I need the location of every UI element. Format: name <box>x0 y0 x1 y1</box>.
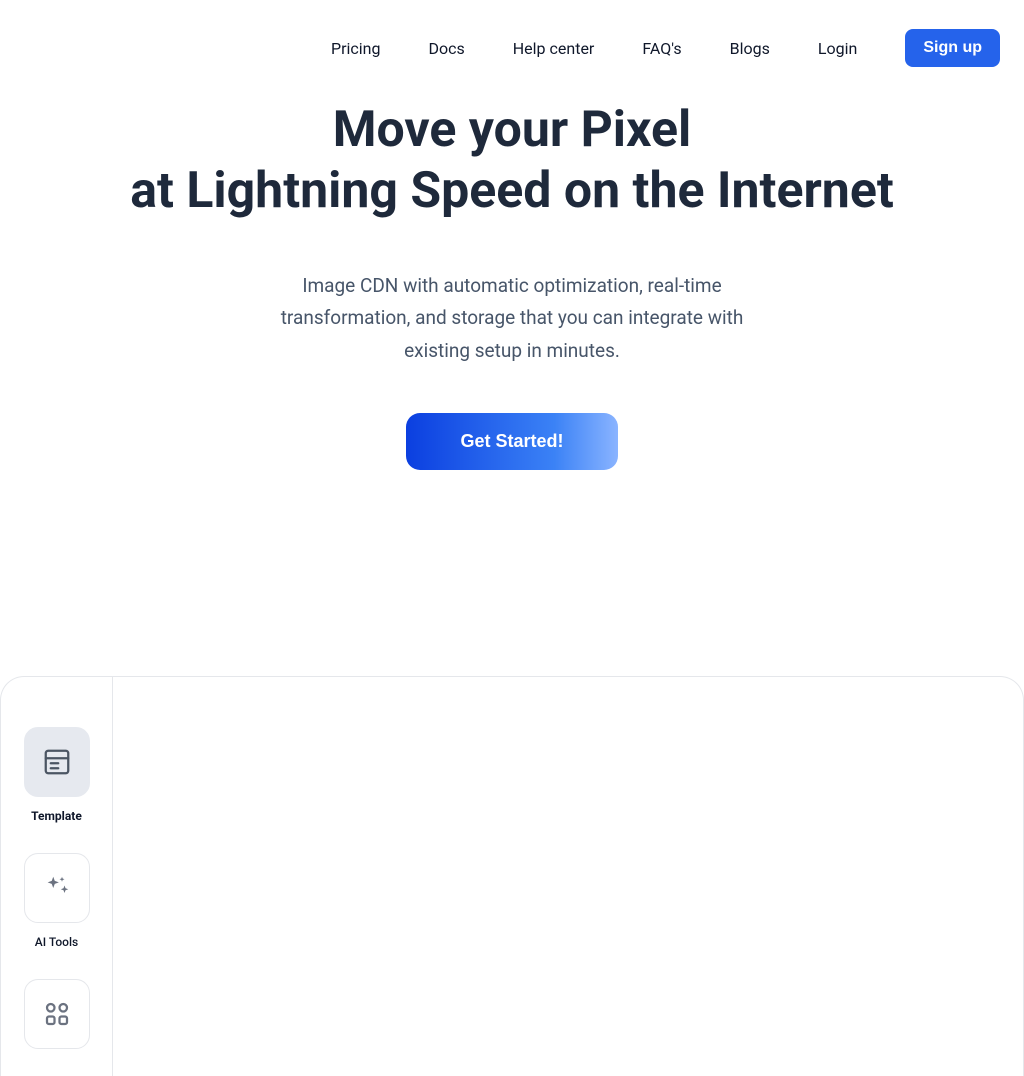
sidebar-item-template[interactable]: Template <box>24 727 90 823</box>
sidebar-item-label: Template <box>31 809 82 823</box>
hero-subtitle: Image CDN with automatic optimization, r… <box>252 270 772 367</box>
hero-title: Move your Pixel at Lightning Speed on th… <box>0 100 1024 222</box>
nav-docs[interactable]: Docs <box>429 39 465 58</box>
hero-title-line1: Move your Pixel <box>333 101 691 159</box>
editor-sidebar: Template AI Tools <box>1 677 113 1076</box>
get-started-button[interactable]: Get Started! <box>406 413 617 470</box>
hero: Move your Pixel at Lightning Speed on th… <box>0 72 1024 470</box>
nav-faqs[interactable]: FAQ's <box>642 39 681 58</box>
sidebar-item-label: AI Tools <box>35 935 78 949</box>
editor-canvas <box>113 677 1023 1076</box>
top-nav: Pricing Docs Help center FAQ's Blogs Log… <box>0 0 1024 72</box>
nav-blogs[interactable]: Blogs <box>730 39 770 58</box>
signup-button[interactable]: Sign up <box>905 29 1000 67</box>
sidebar-item-ai-tools[interactable]: AI Tools <box>24 853 90 949</box>
nav-login[interactable]: Login <box>818 39 857 58</box>
nav-pricing[interactable]: Pricing <box>331 39 381 58</box>
hero-title-line2: at Lightning Speed on the Internet <box>130 162 894 220</box>
grid-icon <box>24 979 90 1049</box>
sparkles-icon <box>24 853 90 923</box>
nav-help-center[interactable]: Help center <box>513 39 595 58</box>
template-icon <box>24 727 90 797</box>
sidebar-item-grid[interactable] <box>24 979 90 1061</box>
editor-panel: Template AI Tools <box>0 676 1024 1076</box>
